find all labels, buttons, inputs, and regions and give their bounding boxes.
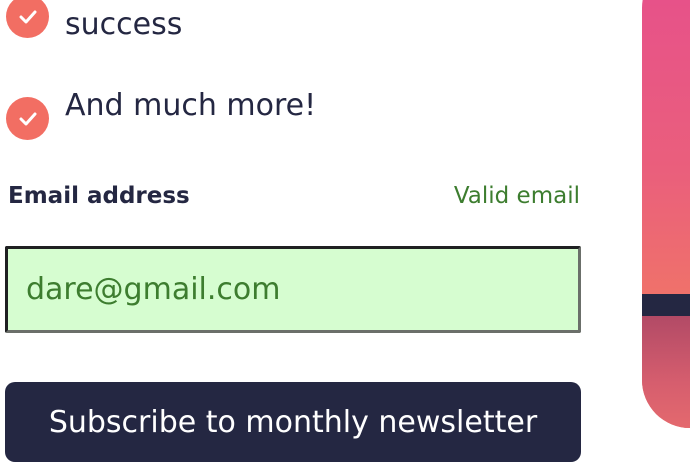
check-mark-glyph: [19, 112, 36, 125]
hero-image: [642, 0, 690, 428]
email-label-row: Email address Valid email: [8, 180, 580, 212]
hero-image-lower-band: [642, 316, 690, 428]
hero-image-stripe: [642, 294, 690, 316]
check-icon: [6, 0, 49, 38]
check-mark-glyph: [19, 10, 36, 23]
email-label: Email address: [8, 183, 190, 209]
feature-item: success: [6, 0, 182, 43]
validation-message: Valid email: [453, 183, 580, 209]
feature-text: success: [65, 7, 183, 42]
feature-item: And much more!: [6, 88, 316, 140]
newsletter-signup-page: success And much more! Email address Val…: [0, 0, 690, 472]
feature-text: And much more!: [65, 88, 317, 123]
subscribe-button[interactable]: Subscribe to monthly newsletter: [5, 382, 581, 462]
check-icon: [6, 97, 49, 140]
email-input[interactable]: [5, 246, 581, 333]
